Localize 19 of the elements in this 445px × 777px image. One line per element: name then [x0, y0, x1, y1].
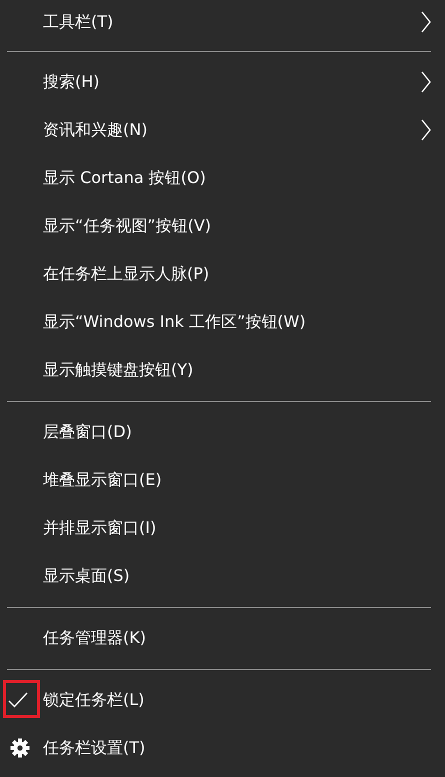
menu-item[interactable]: 工具栏(T)	[0, 0, 445, 44]
menu-item[interactable]: 资讯和兴趣(N)	[0, 106, 445, 154]
menu-item[interactable]: 显示“Windows Ink 工作区”按钮(W)	[0, 298, 445, 346]
chevron-right-icon	[421, 71, 431, 93]
menu-item[interactable]: 任务管理器(K)	[0, 614, 445, 662]
chevron-right-icon	[421, 11, 431, 33]
menu-item[interactable]: 层叠窗口(D)	[0, 408, 445, 456]
menu-item[interactable]: 显示桌面(S)	[0, 552, 445, 600]
menu-item[interactable]: 并排显示窗口(I)	[0, 504, 445, 552]
menu-item[interactable]: 锁定任务栏(L)	[0, 676, 445, 724]
menu-item[interactable]: 搜索(H)	[0, 58, 445, 106]
menu-item[interactable]: 任务栏设置(T)	[0, 724, 445, 772]
chevron-right-icon	[421, 119, 431, 141]
menu-item[interactable]: 堆叠显示窗口(E)	[0, 456, 445, 504]
settings-icon	[10, 738, 30, 758]
menu-item[interactable]: 显示“任务视图”按钮(V)	[0, 202, 445, 250]
menu-item[interactable]: 在任务栏上显示人脉(P)	[0, 250, 445, 298]
menu-item[interactable]: 显示触摸键盘按钮(Y)	[0, 346, 445, 394]
menu-item[interactable]: 显示 Cortana 按钮(O)	[0, 154, 445, 202]
